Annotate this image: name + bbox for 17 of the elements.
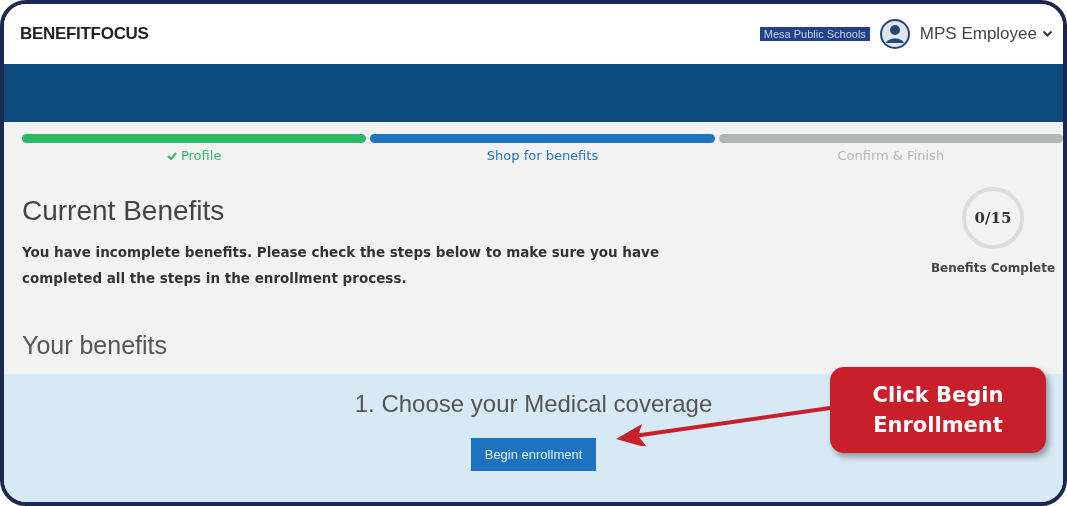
progress-ring: 0/15 — [962, 187, 1024, 249]
page-title: Current Benefits — [22, 195, 226, 227]
user-menu[interactable]: MPS Employee — [919, 24, 1053, 44]
check-icon — [166, 151, 177, 160]
caret-icon — [1042, 30, 1053, 38]
step-label: Shop for benefits — [486, 148, 599, 163]
step-label: Confirm & Finish — [837, 148, 945, 163]
benefit-title: 1. Choose your Medical coverage — [354, 390, 713, 418]
logo: BENEFITFOCUS — [20, 24, 149, 44]
progress-caption: Benefits Complete — [930, 261, 1056, 275]
employer-link[interactable]: Mesa Public Schools — [759, 27, 870, 41]
message: You have incomplete benefits. Please check the steps below to make sure you have completed all the steps in the enrollment process. — [22, 243, 661, 288]
callout: Click Begin Enrollment — [830, 367, 1046, 453]
step-label: Profile — [166, 148, 222, 163]
begin-enrollment-button[interactable]: Begin enrollment — [470, 438, 597, 471]
user-avatar-icon — [879, 19, 910, 49]
section-title: Your benefits — [22, 331, 169, 360]
